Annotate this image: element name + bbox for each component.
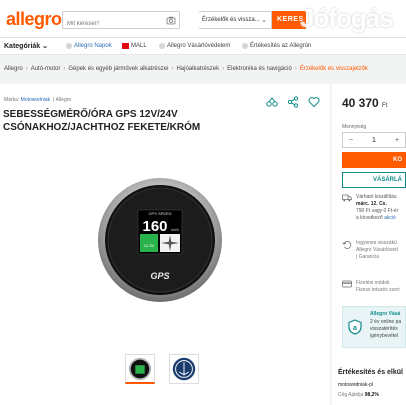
shield-icon: a bbox=[348, 319, 362, 335]
seller-tag: Allegro bbox=[55, 97, 72, 103]
seller-heading: Értékesítés és elkül bbox=[338, 369, 403, 376]
shipping-date: márc. 12. Cs. bbox=[356, 201, 387, 207]
protection-line-1: 2 év online pa bbox=[370, 319, 402, 325]
card-icon bbox=[342, 280, 352, 288]
svg-text:a: a bbox=[353, 325, 357, 332]
shipping-line-4: a következő bbox=[356, 215, 385, 221]
seller-rating-value: 98,2% bbox=[364, 392, 379, 398]
payment-line-1: Fizetési módok bbox=[356, 280, 390, 286]
top-bar: allegro Érzékelők és vissza...⌄ KERES Jó… bbox=[0, 0, 406, 38]
gauge-unit: km/h bbox=[171, 228, 179, 232]
product-title: SEBESSÉGMÉRŐ/ÓRA GPS 12V/24V CSÓNAKHOZ/J… bbox=[3, 109, 201, 133]
nav-vasarlovedelem-label: Allegro Vásárlóvédelem bbox=[167, 43, 231, 49]
breadcrumb-separator: › bbox=[171, 66, 174, 72]
returns-line-3: | Garancia bbox=[356, 254, 379, 260]
truck-icon bbox=[342, 194, 352, 202]
quantity-plus-button[interactable]: + bbox=[389, 137, 405, 144]
quantity-value[interactable]: 1 bbox=[359, 137, 389, 144]
categories-label: Kategóriák bbox=[4, 43, 41, 50]
camera-icon[interactable] bbox=[166, 15, 176, 25]
protection-text: 2 év online pa visszatérítés igénybevéte… bbox=[370, 319, 401, 340]
nav-allegro-napok-label: Allegro Napok bbox=[74, 43, 112, 49]
nav-mall-label: MALL bbox=[131, 43, 147, 49]
add-to-cart-button[interactable]: KO bbox=[342, 152, 406, 168]
payment-line-2: Fizess tetszés szeri bbox=[356, 287, 400, 293]
product-image[interactable]: GPS SPEED 160 km/h 12.3V GPS bbox=[97, 177, 223, 303]
nav-mall[interactable]: MALL bbox=[122, 43, 147, 49]
gauge-voltage: 12.3V bbox=[144, 243, 155, 248]
price-currency: Ft bbox=[382, 103, 388, 109]
price-value: 40 370 bbox=[342, 96, 379, 110]
search-input[interactable] bbox=[63, 16, 163, 32]
returns-line-2: Allegro Vásárlóvéd bbox=[356, 247, 398, 253]
compare-icon[interactable] bbox=[266, 95, 278, 107]
breadcrumb-separator: › bbox=[294, 66, 297, 72]
seller-rating: Cég Ajánlja 98,2% bbox=[338, 392, 379, 398]
payment-info: Fizetési módok Fizess tetszés szeri bbox=[342, 280, 406, 294]
price: 40 370 Ft bbox=[342, 96, 387, 110]
allegro-logo[interactable]: allegro bbox=[6, 9, 62, 30]
breadcrumb-current[interactable]: Érzékelők és visszajelzők bbox=[300, 66, 368, 72]
nav-ertekesites-label: Értékesítés az Allegrón bbox=[250, 43, 312, 49]
sub-navigation: Kategóriák ⌄ Allegro Napok MALL Allegro … bbox=[0, 38, 406, 55]
brand-link[interactable]: Motowodniak bbox=[21, 97, 50, 103]
breadcrumb-separator: › bbox=[63, 66, 66, 72]
heart-icon[interactable] bbox=[308, 95, 320, 108]
quantity-label: Mennyiség bbox=[342, 124, 367, 130]
return-icon bbox=[342, 241, 352, 249]
breadcrumb-item[interactable]: Hajóalkatrészek bbox=[176, 66, 219, 72]
chevron-down-icon: ⌄ bbox=[42, 43, 49, 50]
category-select-value: Érzékelők és vissza... bbox=[202, 17, 260, 23]
nav-ertekesites[interactable]: Értékesítés az Allegrón bbox=[242, 43, 311, 49]
protection-title: Allegro Vásá bbox=[370, 311, 401, 317]
share-icon[interactable] bbox=[287, 95, 299, 108]
returns-info: Ingyenes visszakü Allegro Vásárlóvéd | G… bbox=[342, 240, 406, 261]
breadcrumb-item[interactable]: Allegro bbox=[4, 66, 23, 72]
seller-rating-label: Cég Ajánlja bbox=[338, 392, 364, 398]
brand-line: Márka: Motowodniak | Allegro bbox=[4, 97, 72, 103]
categories-menu[interactable]: Kategóriák ⌄ bbox=[4, 42, 48, 50]
brand-label: Márka: bbox=[4, 97, 20, 103]
shipping-info: Várható kiszállítás márc. 12. Cs. 790 Ft… bbox=[342, 194, 406, 222]
breadcrumb-item[interactable]: Gépek és egyéb járművek alkatrészei bbox=[68, 66, 168, 72]
breadcrumb: Allegro › Autó-motor › Gépek és egyéb járm… bbox=[0, 66, 368, 72]
thumbnail-strip bbox=[125, 354, 199, 384]
protection-line-3: igénybevétel bbox=[370, 333, 399, 339]
breadcrumb-separator: › bbox=[25, 66, 28, 72]
product-actions bbox=[266, 95, 320, 108]
returns-line-1: Ingyenes visszakü bbox=[356, 240, 397, 246]
shield-icon bbox=[159, 43, 165, 49]
shipping-line-3: 790 Ft vagy 0 Ft-ér bbox=[356, 208, 399, 214]
shipping-link[interactable]: akció bbox=[384, 215, 396, 221]
buyer-protection-box[interactable]: a Allegro Vásá 2 év online pa visszatérí… bbox=[342, 306, 406, 348]
shipping-line-1: Várható kiszállítás bbox=[356, 194, 397, 200]
seller-name[interactable]: motowodniak-pl bbox=[338, 382, 373, 388]
nav-allegro-napok[interactable]: Allegro Napok bbox=[66, 43, 112, 49]
mall-icon bbox=[122, 43, 129, 49]
quantity-minus-button[interactable]: − bbox=[343, 137, 359, 144]
gauge-brand: GPS bbox=[150, 271, 169, 281]
gauge-top-label: GPS SPEED bbox=[148, 211, 171, 216]
nav-vasarlovedelem[interactable]: Allegro Vásárlóvédelem bbox=[159, 43, 230, 49]
gauge-speed: 160 bbox=[142, 218, 167, 235]
breadcrumb-separator: › bbox=[222, 66, 225, 72]
jofogas-watermark: Jófogás bbox=[300, 3, 394, 33]
quantity-stepper[interactable]: − 1 + bbox=[342, 132, 406, 148]
buy-now-button[interactable]: VÁSÁRLÁ bbox=[342, 172, 406, 188]
protection-line-2: visszatérítés bbox=[370, 326, 398, 332]
chevron-down-icon: ⌄ bbox=[261, 17, 267, 24]
category-select[interactable]: Érzékelők és vissza... ⌄ bbox=[199, 11, 272, 29]
breadcrumb-item[interactable]: Autó-motor bbox=[31, 66, 61, 72]
allegro-napok-icon bbox=[66, 43, 72, 49]
thumbnail-gauge[interactable] bbox=[125, 354, 155, 384]
thumbnail-logo[interactable] bbox=[169, 354, 199, 384]
search-box[interactable] bbox=[62, 11, 180, 32]
breadcrumb-item[interactable]: Elektronika és navigáció bbox=[227, 66, 292, 72]
seller-panel: Értékesítés és elkül motowodniak-pl Cég … bbox=[332, 357, 406, 405]
store-icon bbox=[242, 43, 248, 49]
